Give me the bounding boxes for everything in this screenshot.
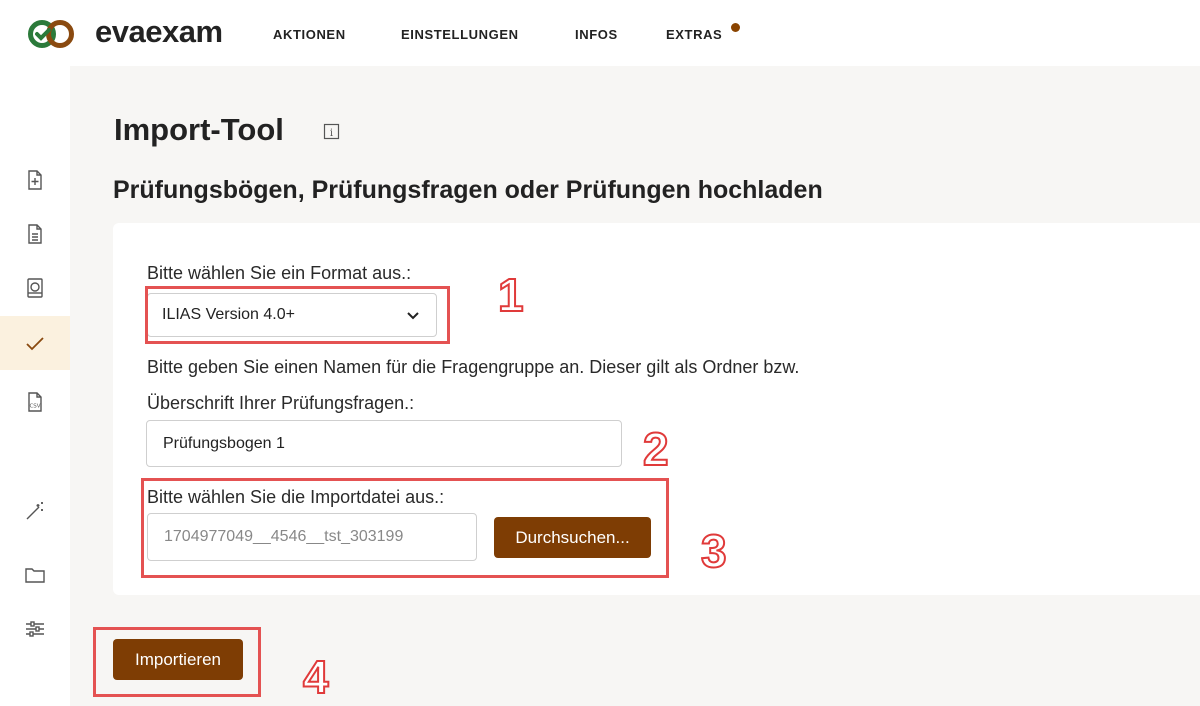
annotation-box-1: [145, 286, 450, 344]
nav-aktionen[interactable]: AKTIONEN: [273, 27, 346, 42]
info-icon[interactable]: i: [323, 123, 340, 140]
annotation-number-3: 3: [700, 524, 728, 578]
document-icon: [28, 224, 42, 244]
svg-text:i: i: [330, 128, 333, 139]
nav-infos[interactable]: INFOS: [575, 27, 618, 42]
sidebar-item-new[interactable]: [0, 153, 70, 207]
csv-icon: CSV: [28, 392, 42, 412]
annotation-number-1: 1: [497, 268, 525, 322]
sidebar-item-book[interactable]: [0, 261, 70, 315]
sidebar-item-check[interactable]: [0, 316, 70, 370]
sidebar-item-wizard[interactable]: [0, 484, 70, 538]
annotation-number-4: 4: [302, 650, 330, 704]
sidebar-item-folder[interactable]: [0, 548, 70, 602]
sidebar: CSV: [0, 66, 70, 706]
group-label-line2: Überschrift Ihrer Prüfungsfragen.:: [147, 393, 415, 413]
nav-extras[interactable]: EXTRAS: [666, 27, 722, 42]
format-label: Bitte wählen Sie ein Format aus.:: [147, 263, 412, 283]
notification-dot: [731, 23, 740, 32]
sidebar-item-csv[interactable]: CSV: [0, 375, 70, 429]
top-bar: evaexam AKTIONEN EINSTELLUNGEN INFOS EXT…: [0, 0, 1200, 66]
page-title: Import-Tool: [114, 112, 284, 147]
group-label-line1: Bitte geben Sie einen Namen für die Frag…: [147, 357, 800, 377]
magic-wand-icon: [26, 502, 43, 520]
sidebar-item-settings[interactable]: [0, 602, 70, 656]
nav-einstellungen[interactable]: EINSTELLUNGEN: [401, 27, 519, 42]
question-group-name-input[interactable]: [146, 420, 622, 467]
logo-icon[interactable]: [26, 18, 76, 50]
checkmark-icon: [26, 337, 44, 351]
annotation-box-3: [141, 478, 669, 578]
annotation-box-4: [93, 627, 261, 697]
annotation-number-2: 2: [642, 422, 670, 476]
sidebar-item-documents[interactable]: [0, 207, 70, 261]
sliders-icon: [26, 621, 44, 637]
page-subtitle: Prüfungsbögen, Prüfungsfragen oder Prüfu…: [113, 176, 823, 204]
book-icon: [27, 278, 43, 298]
app-logo-text[interactable]: evaexam: [95, 14, 223, 50]
folder-icon: [25, 568, 45, 583]
file-plus-icon: [28, 170, 42, 190]
svg-text:CSV: CSV: [29, 404, 40, 410]
